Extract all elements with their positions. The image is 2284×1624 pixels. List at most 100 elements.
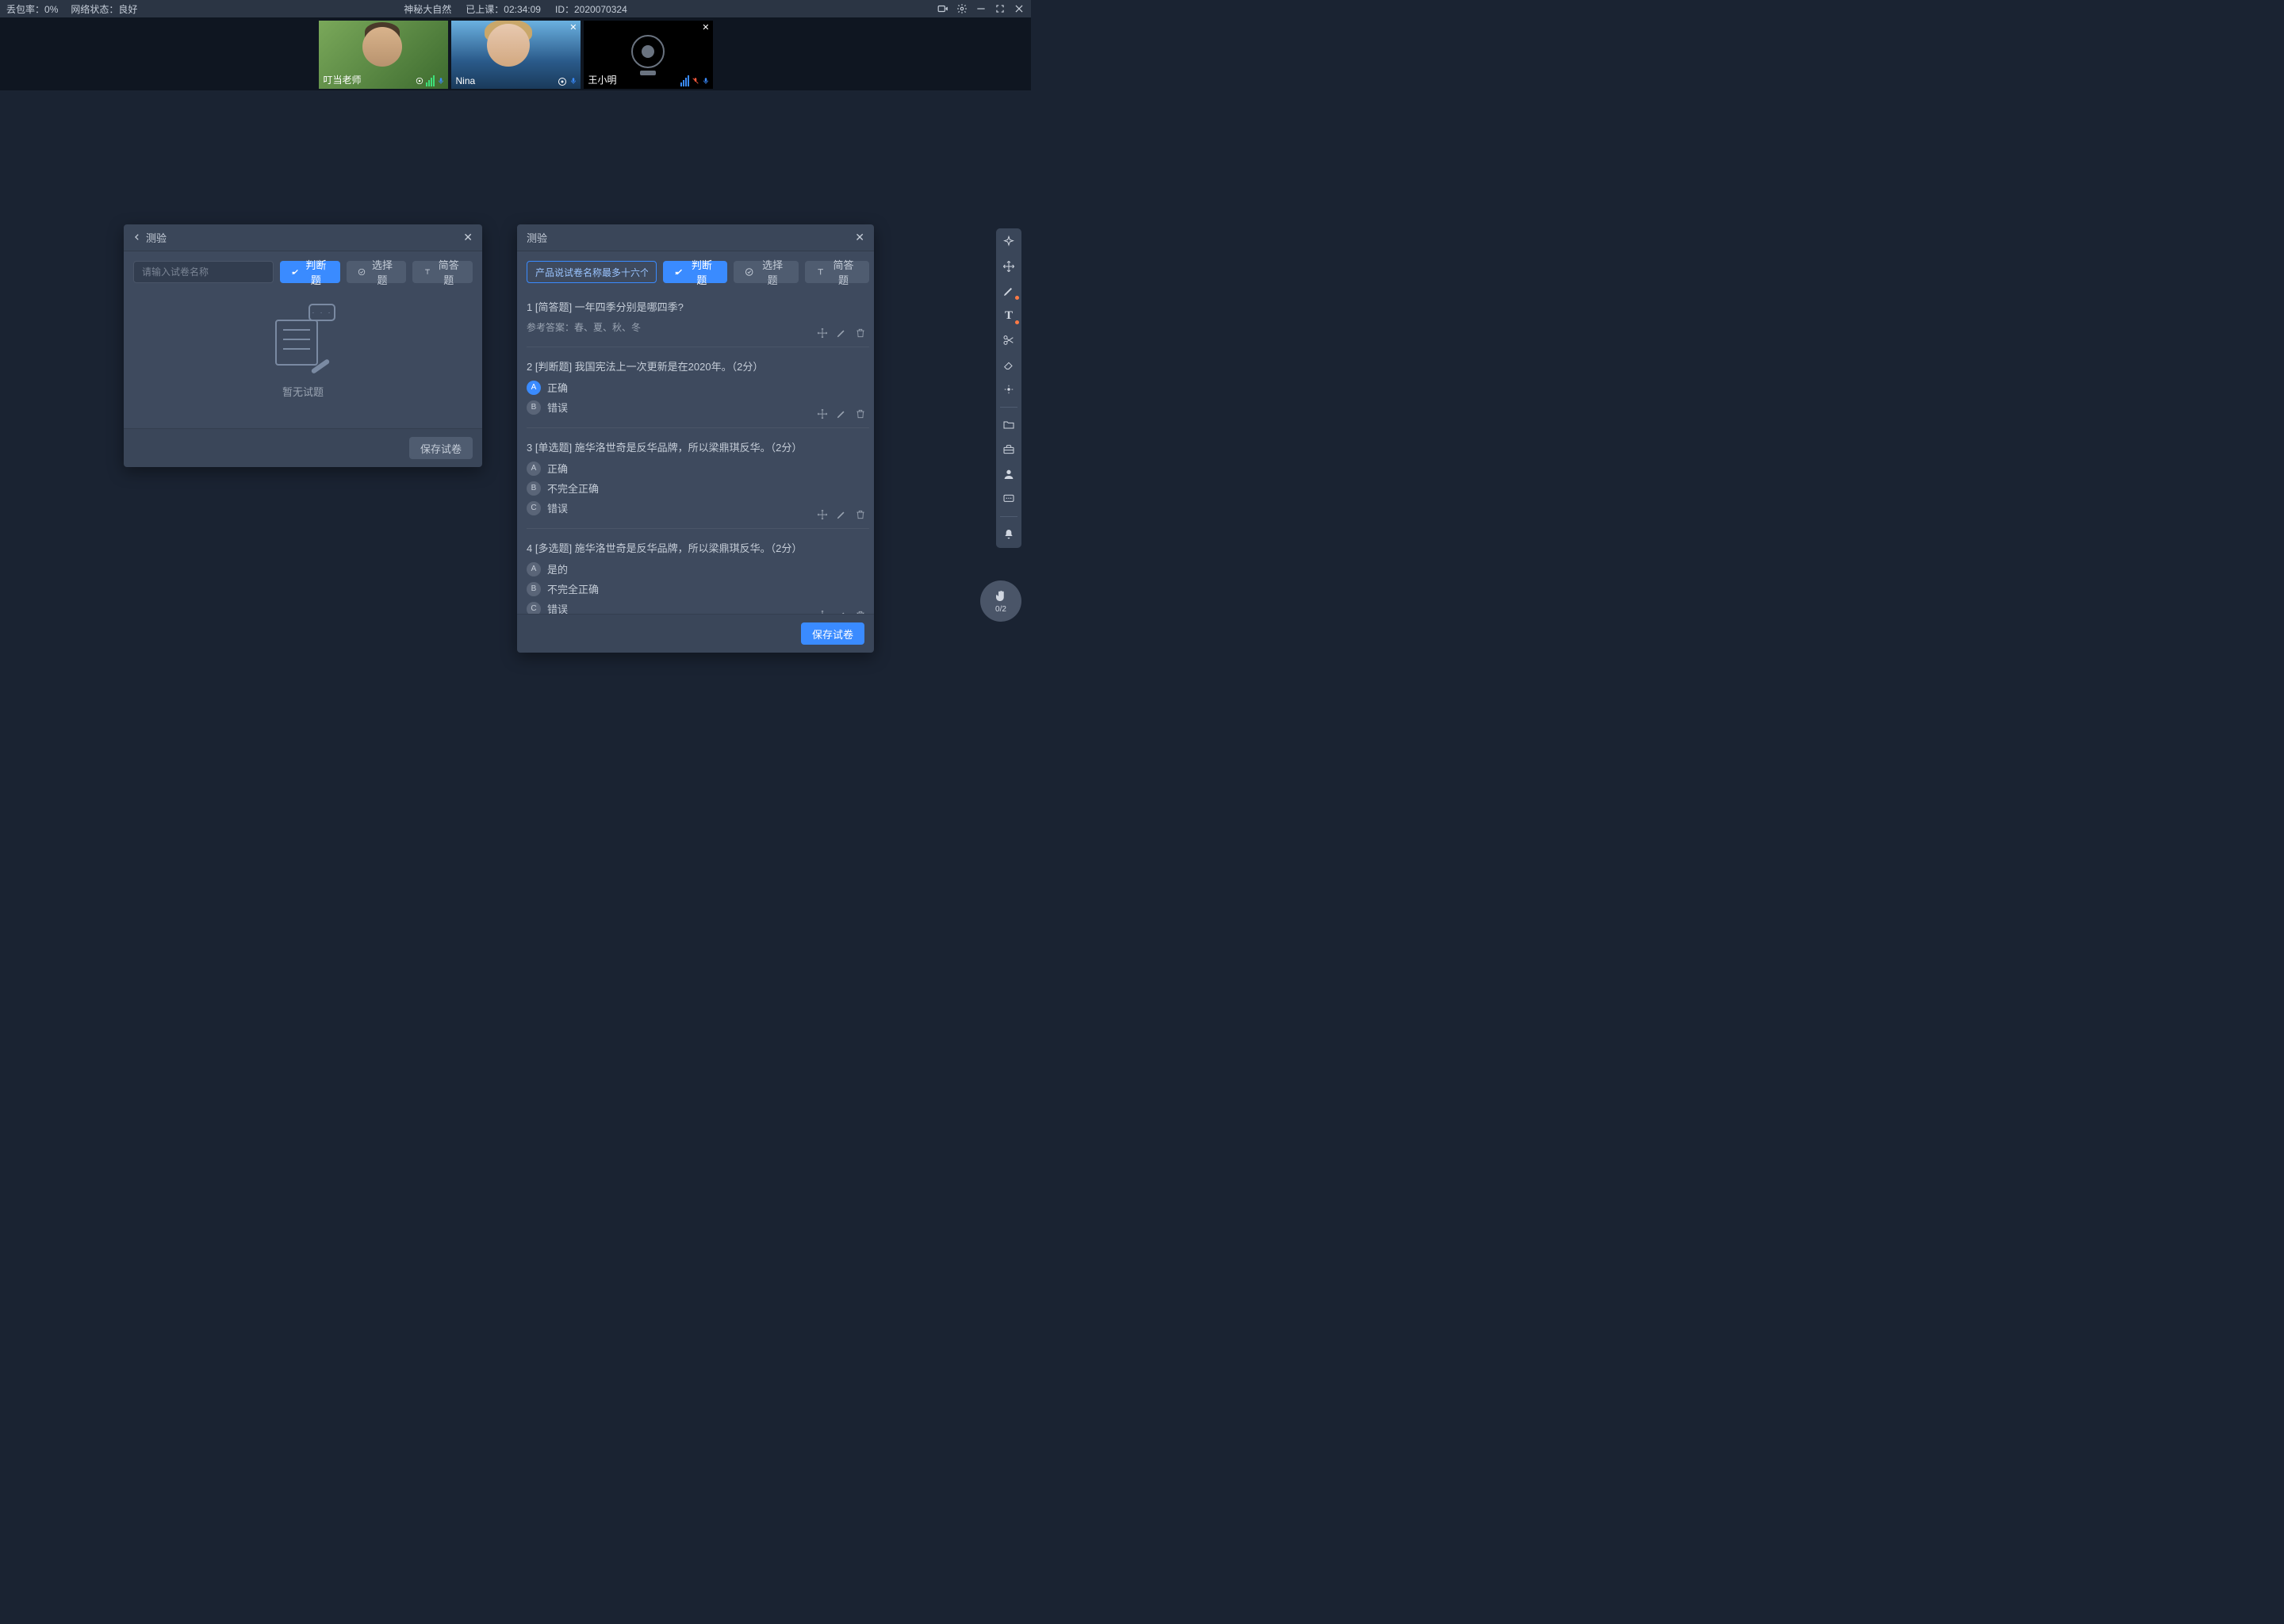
panel-title: 测验 [527, 230, 547, 245]
add-judge-button[interactable]: 判断题 [280, 261, 340, 283]
option-badge: A [527, 381, 541, 395]
move-icon[interactable] [817, 610, 828, 614]
loss-label: 丢包率： [6, 4, 44, 15]
loss-value: 0% [44, 4, 58, 15]
video-name: 叮当老师 [324, 73, 362, 86]
question-title: 4 [多选题] 施华洛世奇是反华品牌，所以梁鼎琪反华。（2分） [527, 540, 869, 555]
close-button[interactable]: ✕ [463, 231, 473, 244]
choice-icon [745, 267, 753, 277]
judge-icon [291, 267, 299, 277]
bell-tool[interactable] [1002, 527, 1016, 542]
delete-icon[interactable] [855, 509, 866, 520]
scissors-tool[interactable] [1002, 333, 1016, 347]
chevron-left-icon [133, 233, 141, 241]
delete-icon[interactable] [855, 610, 866, 614]
option-badge: B [527, 481, 541, 496]
edit-icon[interactable] [836, 408, 847, 419]
close-button[interactable]: ✕ [855, 231, 864, 244]
text-icon [816, 267, 825, 277]
option-text: 不完全正确 [547, 581, 599, 596]
user-tool[interactable] [1002, 467, 1016, 481]
camera-off-icon [631, 35, 665, 68]
net-value: 良好 [118, 4, 137, 15]
video-name: 王小明 [588, 73, 617, 86]
quiz-name-input[interactable] [527, 261, 657, 283]
question-item: 2 [判断题] 我国宪法上一次更新是在2020年。（2分） A 正确 B 错误 [527, 347, 869, 428]
fullscreen-icon[interactable] [994, 3, 1006, 14]
question-option[interactable]: B 不完全正确 [527, 481, 869, 496]
close-icon[interactable] [1014, 3, 1025, 14]
laser-tool[interactable] [1002, 382, 1016, 396]
chat-tool[interactable] [1002, 492, 1016, 506]
empty-state: 暂无试题 [133, 302, 473, 399]
empty-text: 暂无试题 [133, 384, 473, 399]
camera-icon [416, 75, 423, 86]
question-option[interactable]: B不完全正确 [527, 581, 869, 596]
save-quiz-button[interactable]: 保存试卷 [801, 622, 864, 645]
option-text: 正确 [547, 380, 568, 395]
option-text: 错误 [547, 500, 568, 515]
question-option[interactable]: A 是的 [527, 561, 869, 576]
add-choice-button[interactable]: 选择题 [347, 261, 407, 283]
back-button[interactable] [133, 232, 141, 243]
minimize-icon[interactable] [975, 3, 987, 14]
question-item: 3 [单选题] 施华洛世奇是反华品牌，所以梁鼎琪反华。（2分）A正确B不完全正确… [527, 428, 869, 529]
add-short-button[interactable]: 简答题 [412, 261, 473, 283]
video-name: Nina [456, 75, 476, 86]
quiz-panel-empty: 测验 ✕ 判断题 选择题 简答题 暂无试题 [124, 224, 482, 467]
add-judge-button[interactable]: 判断题 [663, 261, 727, 283]
option-badge: C [527, 602, 541, 615]
question-title: 1 [简答题] 一年四季分别是哪四季? [527, 299, 869, 314]
edit-icon[interactable] [836, 610, 847, 614]
option-badge: C [527, 501, 541, 515]
move-icon[interactable] [817, 509, 828, 520]
video-row: 叮当老师 ✕ Nina ✕ 王小明 [0, 17, 1031, 90]
record-icon[interactable] [937, 3, 948, 14]
question-title: 2 [判断题] 我国宪法上一次更新是在2020年。（2分） [527, 358, 869, 373]
edit-icon[interactable] [836, 509, 847, 520]
add-short-button[interactable]: 简答题 [805, 261, 869, 283]
save-quiz-button[interactable]: 保存试卷 [409, 437, 473, 459]
option-badge: A [527, 562, 541, 576]
question-item: 4 [多选题] 施华洛世奇是反华品牌，所以梁鼎琪反华。（2分） A 是的 B不完全正确… [527, 529, 869, 614]
question-option[interactable]: A正确 [527, 461, 869, 476]
text-tool[interactable]: T [1002, 308, 1016, 323]
option-text: 错误 [547, 601, 568, 614]
eraser-tool[interactable] [1002, 358, 1016, 372]
course-title: 神秘大自然 [404, 2, 451, 16]
option-text: 正确 [547, 461, 568, 476]
delete-icon[interactable] [855, 327, 866, 339]
quiz-name-input[interactable] [133, 261, 274, 283]
settings-icon[interactable] [956, 3, 968, 14]
video-tile-student-2[interactable]: ✕ 王小明 [584, 21, 713, 89]
panel-title: 测验 [146, 230, 167, 245]
move-tool[interactable] [1002, 259, 1016, 274]
mic-icon [437, 75, 445, 86]
folder-tool[interactable] [1002, 418, 1016, 432]
move-icon[interactable] [817, 327, 828, 339]
close-icon[interactable]: ✕ [702, 22, 709, 33]
delete-icon[interactable] [855, 408, 866, 419]
option-text: 错误 [547, 400, 568, 415]
topbar: 丢包率：0% 网络状态：良好 神秘大自然 已上课：02:34:09 ID：202… [0, 0, 1031, 17]
option-text: 不完全正确 [547, 481, 599, 496]
move-icon[interactable] [817, 408, 828, 419]
toolbox-tool[interactable] [1002, 442, 1016, 457]
quiz-panel-filled: 测验 ✕ 判断题 选择题 简答题 1 [简答题] 一年四季分别是哪四季?参考答案… [517, 224, 874, 653]
question-item: 1 [简答题] 一年四季分别是哪四季?参考答案：春、夏、秋、冬 [527, 296, 869, 347]
pen-tool[interactable] [1002, 284, 1016, 298]
hand-raise-badge[interactable]: 0/2 [980, 580, 1021, 622]
close-icon[interactable]: ✕ [569, 22, 577, 33]
option-text: 是的 [547, 561, 568, 576]
judge-icon [674, 267, 683, 277]
video-tile-teacher[interactable]: 叮当老师 [319, 21, 448, 89]
hand-count: 0/2 [995, 605, 1006, 614]
duration-label: 已上课： [466, 4, 504, 15]
mic-icon [702, 75, 710, 86]
option-badge: B [527, 400, 541, 415]
edit-icon[interactable] [836, 327, 847, 339]
question-option[interactable]: A 正确 [527, 380, 869, 395]
video-tile-student-1[interactable]: ✕ Nina [451, 21, 581, 89]
pointer-tool[interactable] [1002, 235, 1016, 249]
add-choice-button[interactable]: 选择题 [734, 261, 798, 283]
